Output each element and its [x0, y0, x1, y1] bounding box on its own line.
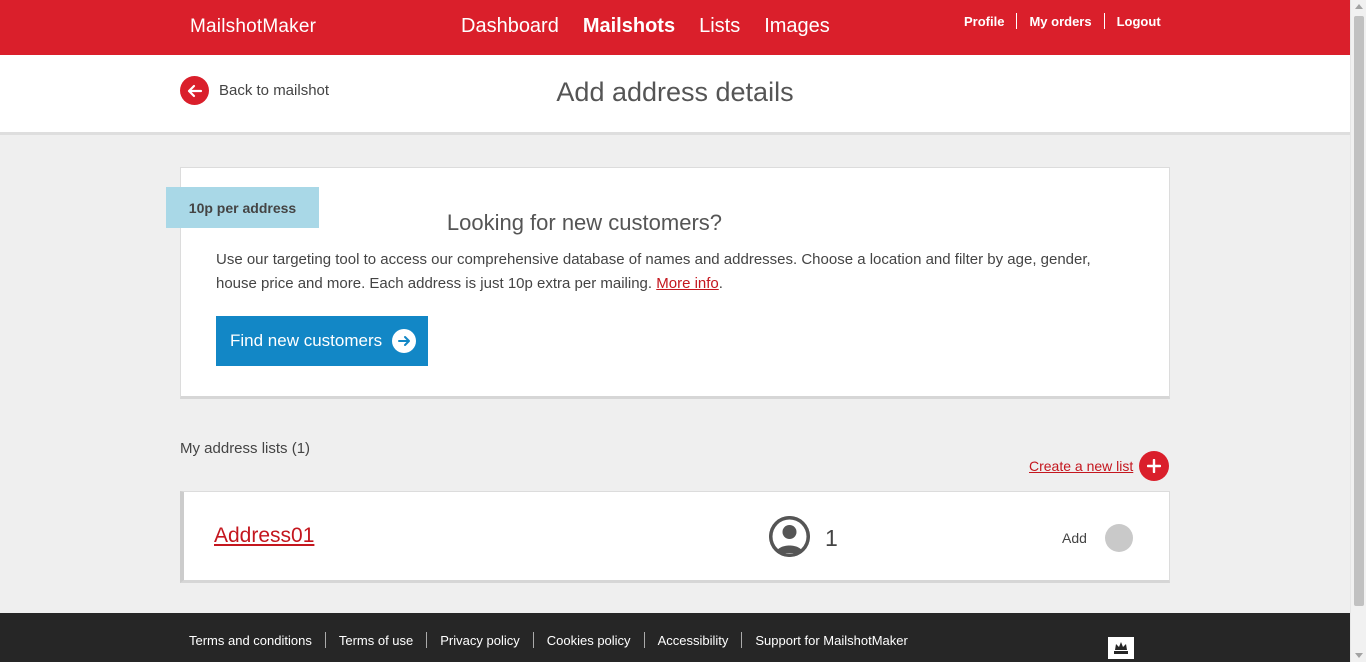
plus-circle-icon[interactable]: [1139, 451, 1169, 481]
logout-link[interactable]: Logout: [1117, 14, 1161, 29]
promo-title: Looking for new customers?: [446, 210, 722, 235]
user-nav: Profile My orders Logout: [964, 13, 1161, 29]
create-new-list-link[interactable]: Create a new list: [1029, 458, 1133, 474]
profile-link[interactable]: Profile: [964, 14, 1004, 29]
nav-dashboard[interactable]: Dashboard: [461, 15, 559, 38]
find-button-label: Find new customers: [230, 331, 383, 350]
footer-link-terms-of-use[interactable]: Terms of use: [339, 633, 413, 648]
nav-divider: [1103, 13, 1105, 29]
page-title: Add address details: [556, 77, 794, 107]
nav-divider: [1016, 13, 1018, 29]
arrow-right-circle-icon: [392, 329, 417, 353]
address-count: 1: [825, 525, 838, 551]
scrollbar-thumb[interactable]: [1354, 16, 1364, 606]
footer-divider: [643, 632, 645, 648]
nav-images[interactable]: Images: [764, 15, 830, 38]
my-orders-link[interactable]: My orders: [1029, 14, 1091, 29]
royal-crest-icon: [1082, 634, 1160, 662]
scroll-up-icon[interactable]: [1355, 4, 1363, 9]
nav-mailshots[interactable]: Mailshots: [583, 15, 675, 38]
promo-text-end: .: [718, 275, 723, 292]
more-info-link[interactable]: More info: [656, 275, 719, 292]
footer-link-cookies[interactable]: Cookies policy: [547, 633, 631, 648]
page-header: Back to mailshot Add address details: [0, 55, 1350, 135]
footer-link-privacy[interactable]: Privacy policy: [440, 633, 519, 648]
footer-link-terms-conditions[interactable]: Terms and conditions: [189, 633, 312, 648]
address-list-row: [180, 491, 1170, 583]
promo-text: Use our targeting tool to access our com…: [216, 251, 1091, 292]
page-scrollbar[interactable]: [1350, 0, 1366, 662]
add-label: Add: [1062, 530, 1087, 546]
footer-divider: [324, 632, 326, 648]
footer-links: Terms and conditions Terms of use Privac…: [189, 632, 908, 648]
footer-link-support[interactable]: Support for MailshotMaker: [755, 633, 907, 648]
address-lists-heading: My address lists (1): [180, 440, 311, 457]
brand-logo[interactable]: MailshotMaker: [190, 16, 316, 38]
add-list-toggle[interactable]: [1105, 524, 1133, 552]
footer-divider: [532, 632, 534, 648]
footer-divider: [426, 632, 428, 648]
address-list-name-link[interactable]: Address01: [214, 524, 314, 548]
main-nav: Dashboard Mailshots Lists Images: [461, 15, 830, 38]
footer-link-accessibility[interactable]: Accessibility: [658, 633, 729, 648]
footer-divider: [741, 632, 743, 648]
top-nav-bar: MailshotMaker Dashboard Mailshots Lists …: [0, 0, 1350, 55]
user-avatar-icon: [769, 516, 810, 557]
site-footer: Terms and conditions Terms of use Privac…: [0, 613, 1350, 662]
find-new-customers-button[interactable]: Find new customers: [216, 316, 428, 366]
nav-lists[interactable]: Lists: [699, 15, 740, 38]
scroll-down-icon[interactable]: [1355, 653, 1363, 658]
promo-description: Use our targeting tool to access our com…: [216, 248, 1116, 296]
